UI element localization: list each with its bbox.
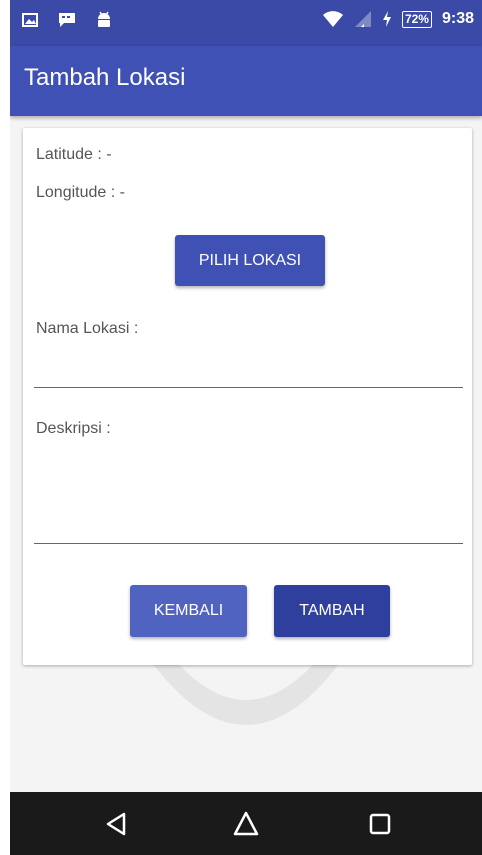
wifi-icon (322, 11, 343, 27)
battery-level: 72% (401, 10, 432, 28)
tambah-button[interactable]: TAMBAH (274, 585, 390, 637)
longitude-label: Longitude : - (36, 184, 125, 201)
chat-icon (59, 13, 75, 27)
home-icon[interactable] (232, 810, 260, 838)
back-icon[interactable] (102, 810, 130, 838)
charging-icon (382, 11, 391, 27)
navigation-bar (10, 792, 482, 855)
nama-lokasi-underline (34, 387, 463, 388)
nama-lokasi-input[interactable] (34, 356, 467, 388)
android-icon (98, 11, 110, 27)
form-card: Latitude : - Longitude : - PILIH LOKASI … (23, 128, 472, 665)
latitude-label: Latitude : - (36, 146, 112, 163)
image-icon (22, 13, 38, 27)
deskripsi-label: Deskripsi : (36, 420, 111, 437)
app-bar: Tambah Lokasi (10, 46, 482, 116)
system-indicators: 72% 9:38 (322, 10, 474, 28)
notification-icons (22, 11, 112, 29)
nama-lokasi-label: Nama Lokasi : (36, 320, 139, 337)
deskripsi-input[interactable] (34, 446, 467, 546)
deskripsi-underline (34, 543, 463, 544)
page-title: Tambah Lokasi (24, 64, 186, 91)
clock-time: 9:38 (441, 10, 474, 27)
kembali-button[interactable]: KEMBALI (130, 585, 247, 637)
signal-icon (354, 11, 371, 27)
pilih-lokasi-button[interactable]: PILIH LOKASI (175, 235, 325, 286)
app-screen: 72% 9:38 Tambah Lokasi Latitude : - Long… (10, 0, 482, 855)
status-bar: 72% 9:38 (10, 0, 482, 46)
recents-icon[interactable] (366, 810, 394, 838)
